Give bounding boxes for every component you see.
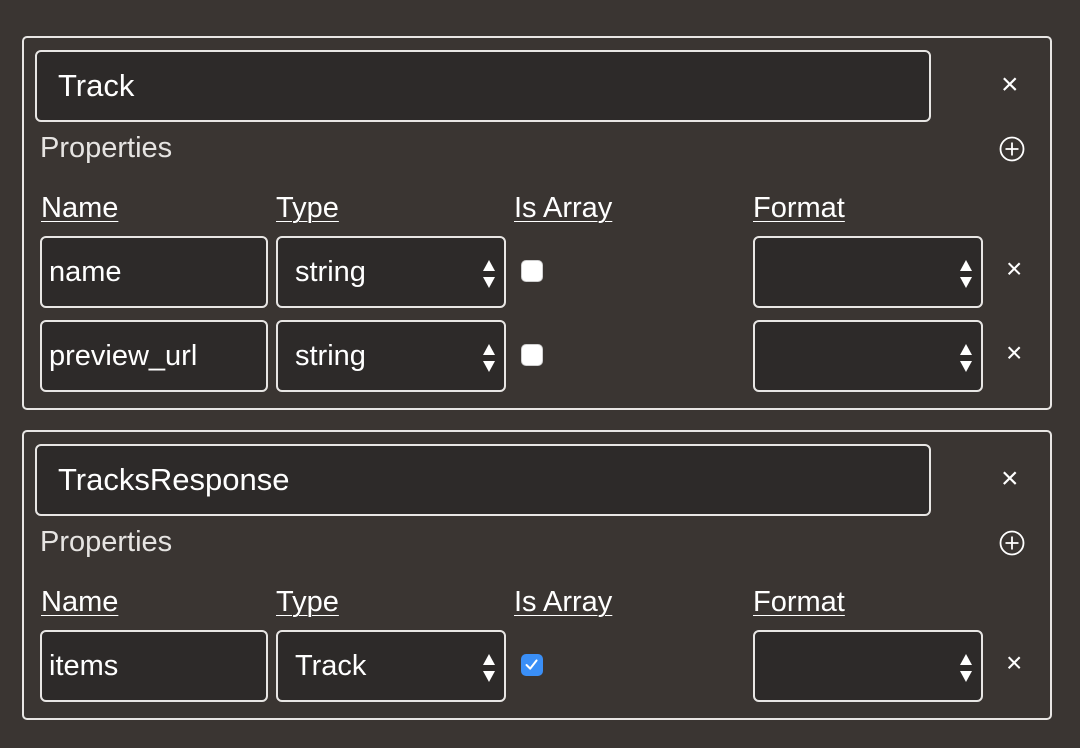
property-type-select[interactable]: string: [276, 236, 506, 308]
up-down-arrows-icon: [960, 654, 972, 682]
remove-property-button[interactable]: ×: [1006, 338, 1022, 368]
property-row: string ×: [24, 236, 1050, 308]
remove-model-button[interactable]: ×: [1001, 70, 1019, 100]
is-array-checkbox[interactable]: [521, 260, 543, 282]
remove-property-button[interactable]: ×: [1006, 254, 1022, 284]
up-down-arrows-icon: [960, 260, 972, 288]
up-down-arrows-icon: [483, 344, 495, 372]
model-panel-track: × Properties Name Type Is Array Format s…: [22, 36, 1052, 410]
column-header-is-array[interactable]: Is Array: [514, 586, 612, 619]
property-format-select[interactable]: [753, 630, 983, 702]
property-row: Track ×: [24, 630, 1050, 702]
property-type-value: string: [295, 256, 366, 288]
column-header-type[interactable]: Type: [276, 586, 339, 619]
property-format-select[interactable]: [753, 320, 983, 392]
column-header-format[interactable]: Format: [753, 192, 845, 225]
remove-property-button[interactable]: ×: [1006, 648, 1022, 678]
is-array-checkbox[interactable]: [521, 344, 543, 366]
property-row: string ×: [24, 320, 1050, 392]
remove-model-button[interactable]: ×: [1001, 464, 1019, 494]
up-down-arrows-icon: [483, 260, 495, 288]
up-down-arrows-icon: [960, 344, 972, 372]
property-name-input[interactable]: [40, 630, 268, 702]
model-name-input[interactable]: [35, 50, 931, 122]
column-header-name[interactable]: Name: [41, 192, 118, 225]
property-format-select[interactable]: [753, 236, 983, 308]
checkmark-icon: [525, 659, 538, 670]
model-panel-tracksresponse: × Properties Name Type Is Array Format T…: [22, 430, 1052, 720]
is-array-checkbox[interactable]: [521, 654, 543, 676]
property-type-value: Track: [295, 650, 367, 682]
property-name-input[interactable]: [40, 236, 268, 308]
property-name-input[interactable]: [40, 320, 268, 392]
up-down-arrows-icon: [483, 654, 495, 682]
properties-label: Properties: [40, 526, 173, 558]
properties-label: Properties: [40, 132, 173, 164]
add-property-icon[interactable]: [999, 136, 1025, 162]
property-type-value: string: [295, 340, 366, 372]
column-header-name[interactable]: Name: [41, 586, 118, 619]
property-type-select[interactable]: Track: [276, 630, 506, 702]
column-header-format[interactable]: Format: [753, 586, 845, 619]
property-type-select[interactable]: string: [276, 320, 506, 392]
column-header-is-array[interactable]: Is Array: [514, 192, 612, 225]
add-property-icon[interactable]: [999, 530, 1025, 556]
model-name-input[interactable]: [35, 444, 931, 516]
column-header-type[interactable]: Type: [276, 192, 339, 225]
